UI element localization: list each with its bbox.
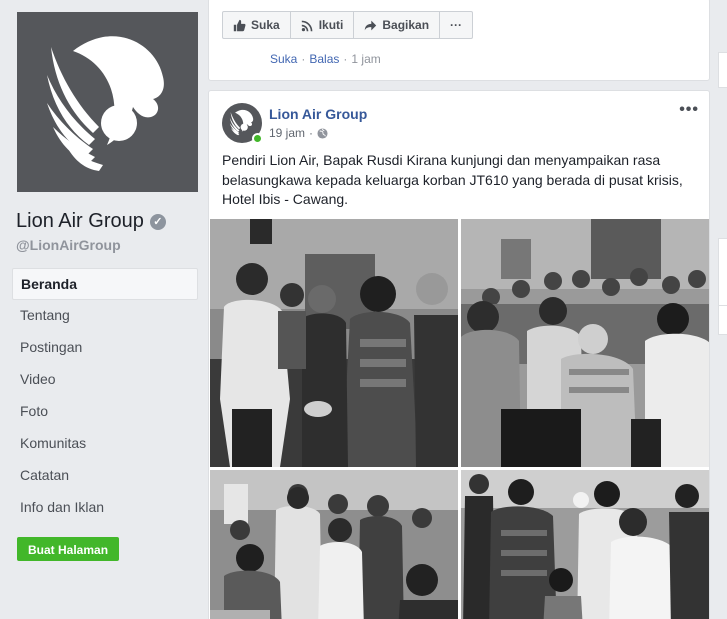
thumbs-up-icon [233, 19, 246, 31]
right-column-card [718, 305, 727, 335]
more-icon: ··· [450, 18, 463, 32]
nav-item-catatan[interactable]: Catatan [12, 460, 198, 492]
nav-item-komunitas[interactable]: Komunitas [12, 428, 198, 460]
follow-label: Ikuti [318, 18, 344, 32]
previous-post-card: Suka Ikuti Bagikan ··· Suka · Balas · 1 … [208, 0, 710, 81]
follow-page-button[interactable]: Ikuti [291, 12, 355, 38]
post-photo-3[interactable] [210, 470, 458, 619]
share-label: Bagikan [382, 18, 430, 32]
author-avatar[interactable] [222, 103, 263, 144]
post-photo-2[interactable] [461, 219, 709, 467]
create-page-button[interactable]: Buat Halaman [17, 537, 120, 561]
right-column-card [718, 52, 727, 88]
rss-icon [301, 20, 313, 31]
page-name[interactable]: Lion Air Group ✓ [16, 210, 166, 233]
post-author-name[interactable]: Lion Air Group [269, 106, 367, 122]
comment-meta: Suka · Balas · 1 jam [270, 52, 381, 66]
nav-item-video[interactable]: Video [12, 364, 198, 396]
post-photo-4[interactable] [461, 470, 709, 619]
nav-item-postingan[interactable]: Postingan [12, 332, 198, 364]
post-timestamp[interactable]: 19 jam · [269, 126, 328, 140]
page-action-buttons: Suka Ikuti Bagikan ··· [222, 11, 474, 39]
comment-reply-link[interactable]: Balas [309, 52, 339, 66]
more-options-button[interactable]: ··· [440, 12, 472, 38]
page-nav: Beranda Tentang Postingan Video Foto Kom… [12, 268, 198, 524]
nav-item-foto[interactable]: Foto [12, 396, 198, 428]
nav-item-beranda[interactable]: Beranda [12, 268, 198, 300]
photo-room-crowd [210, 470, 458, 619]
comment-timestamp[interactable]: 1 jam [351, 52, 380, 66]
page-sidebar: Lion Air Group ✓ @LionAirGroup Beranda T… [0, 0, 208, 619]
like-page-button[interactable]: Suka [223, 12, 291, 38]
photo-condolence-handshake [210, 219, 458, 467]
page-name-text[interactable]: Lion Air Group [16, 210, 144, 233]
page-handle[interactable]: @LionAirGroup [16, 237, 121, 253]
post-photo-1[interactable] [210, 219, 458, 467]
lion-logo-icon [229, 109, 254, 136]
separator: · [301, 52, 306, 66]
lion-logo-icon [46, 36, 164, 171]
nav-item-info-dan-iklan[interactable]: Info dan Iklan [12, 492, 198, 524]
online-status-dot [252, 133, 263, 144]
share-page-button[interactable]: Bagikan [354, 12, 441, 38]
comment-like-link[interactable]: Suka [270, 52, 297, 66]
post-card: Lion Air Group 19 jam · ••• Pendiri Lion… [208, 90, 710, 619]
post-options-icon[interactable]: ••• [679, 101, 699, 119]
post-text: Pendiri Lion Air, Bapak Rusdi Kirana kun… [222, 152, 683, 207]
share-icon [365, 20, 377, 30]
post-time-text[interactable]: 19 jam [269, 126, 305, 140]
separator: · [343, 52, 348, 66]
nav-item-tentang[interactable]: Tentang [12, 300, 198, 332]
verified-badge-icon: ✓ [149, 213, 166, 230]
globe-icon [317, 127, 328, 139]
photo-visit-standing [461, 470, 709, 619]
page-profile-picture[interactable] [17, 12, 198, 192]
like-label: Suka [251, 18, 280, 32]
photo-crowd-seated [461, 219, 709, 467]
